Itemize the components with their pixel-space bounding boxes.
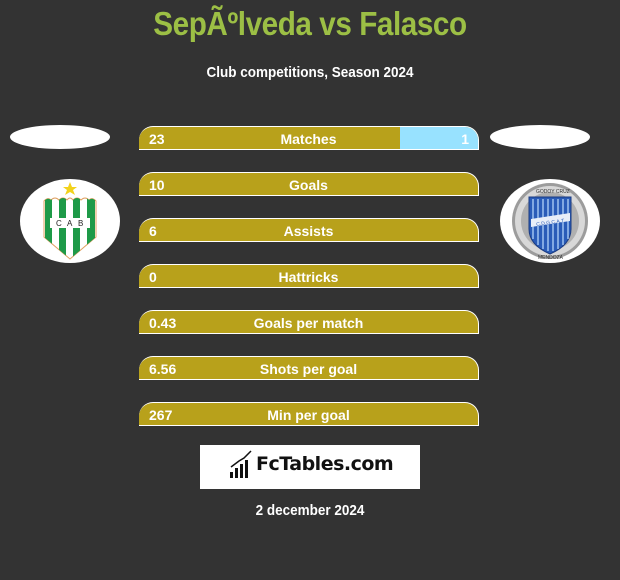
stat-label: Shots per goal [259, 361, 358, 377]
right-team-badge[interactable]: C.D.G.C.A.T GODOY CRUZ MENDOZA [500, 179, 600, 263]
svg-text:A: A [67, 219, 73, 228]
stat-right-value: 1 [461, 131, 469, 147]
fctables-logo[interactable]: FcTables.com [200, 445, 420, 489]
stat-bar-min-per-goal: 267 Min per goal [139, 402, 479, 426]
stat-label: Hattricks [278, 269, 339, 285]
left-team-badge[interactable]: C A B [20, 179, 120, 263]
report-date: 2 december 2024 [255, 502, 365, 519]
stat-bar-matches: 23 Matches 1 [139, 126, 479, 150]
stat-label: Matches [280, 131, 337, 147]
stat-label: Goals [289, 177, 328, 193]
svg-text:B: B [78, 219, 83, 228]
left-player-name-placeholder [10, 125, 110, 149]
right-player-name-placeholder [490, 125, 590, 149]
godoy-cruz-crest-icon: C.D.G.C.A.T GODOY CRUZ MENDOZA [512, 183, 588, 261]
stat-bar-hattricks: 0 Hattricks [139, 264, 479, 288]
stat-bar-shots-per-goal: 6.56 Shots per goal [139, 356, 479, 380]
stat-bar-assists: 6 Assists [139, 218, 479, 242]
page-title: SepÃºlveda vs Falasco [153, 5, 467, 42]
stat-bar-goals-per-match: 0.43 Goals per match [139, 310, 479, 334]
fctables-brand-text: FcTables.com [256, 453, 394, 475]
stat-bar-goals: 10 Goals [139, 172, 479, 196]
svg-text:GODOY CRUZ: GODOY CRUZ [536, 189, 570, 195]
svg-text:MENDOZA: MENDOZA [538, 255, 564, 261]
bar-chart-trend-icon [230, 450, 252, 478]
svg-text:C: C [56, 219, 62, 228]
competition-subtitle: Club competitions, Season 2024 [206, 64, 414, 81]
stat-label: Min per goal [267, 407, 350, 423]
stat-label: Assists [283, 223, 334, 239]
banfield-crest-icon: C A B [43, 182, 97, 260]
stat-label: Goals per match [253, 315, 364, 331]
